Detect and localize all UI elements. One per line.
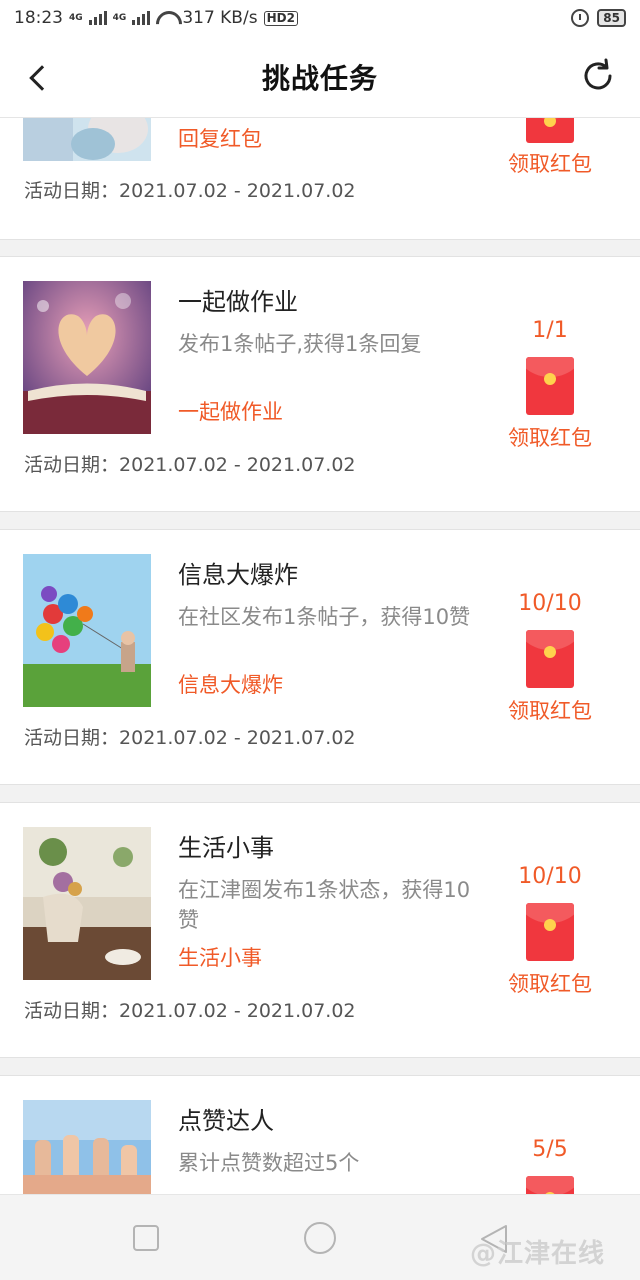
task-tag: 信息大爆炸 (178, 673, 283, 697)
network-speed: 317 KB/s (182, 8, 258, 28)
task-date: 活动日期：2021.07.02 - 2021.07.02 (24, 180, 356, 202)
task-card: 信息大爆炸 在社区发布1条帖子，获得10赞 信息大爆炸 10/10 领取红包 活… (0, 529, 640, 785)
claim-red-envelope-button[interactable]: 领取红包 (490, 423, 610, 453)
network-label-1: 4G (69, 13, 83, 23)
red-envelope-icon[interactable] (526, 1176, 574, 1194)
signal-icon-2 (132, 11, 151, 25)
network-label-2: 4G (112, 13, 127, 23)
claim-red-envelope-button[interactable]: 领取红包 (490, 969, 610, 999)
task-title: 信息大爆炸 (178, 561, 298, 589)
task-thumbnail (23, 281, 151, 434)
task-progress: 5/5 (532, 1137, 568, 1162)
status-time: 18:23 (14, 8, 63, 28)
task-card: 回复红包 领取红包 活动日期：2021.07.02 - 2021.07.02 (0, 118, 640, 240)
signal-icon (88, 11, 107, 25)
status-bar: 18:23 4G 4G 317 KB/s HD2 85 (0, 0, 640, 36)
task-tag: 生活小事 (178, 946, 262, 970)
task-date: 活动日期：2021.07.02 - 2021.07.02 (24, 1000, 356, 1022)
task-title: 生活小事 (178, 834, 274, 862)
task-card: 点赞达人 累计点赞数超过5个 5/5 (0, 1075, 640, 1194)
task-thumbnail (23, 554, 151, 707)
task-description: 在社区发布1条帖子，获得10赞 (178, 605, 471, 629)
task-thumbnail (23, 827, 151, 980)
hd-badge: HD2 (263, 10, 298, 26)
task-thumbnail (23, 118, 151, 161)
task-list[interactable]: 回复红包 领取红包 活动日期：2021.07.02 - 2021.07.02 一… (0, 118, 640, 1194)
nav-bar: 挑战任务 (0, 36, 640, 118)
watermark: @江津在线 (470, 1239, 606, 1269)
red-envelope-icon[interactable] (526, 630, 574, 688)
red-envelope-icon[interactable] (526, 903, 574, 961)
task-progress: 10/10 (518, 864, 582, 889)
square-icon[interactable] (133, 1225, 159, 1251)
task-tag: 回复红包 (178, 127, 262, 151)
task-card: 生活小事 在江津圈发布1条状态，获得10赞 生活小事 10/10 领取红包 活动… (0, 802, 640, 1058)
wifi-icon (156, 11, 176, 25)
task-date: 活动日期：2021.07.02 - 2021.07.02 (24, 454, 356, 476)
refresh-icon (584, 58, 612, 90)
back-button[interactable] (18, 58, 58, 98)
system-nav-bar: @江津在线 (0, 1194, 640, 1280)
claim-red-envelope-button[interactable]: 领取红包 (490, 149, 610, 179)
page-title: 挑战任务 (261, 61, 378, 95)
battery-icon: 85 (597, 9, 626, 27)
red-envelope-icon[interactable] (526, 357, 574, 415)
task-card: 一起做作业 发布1条帖子,获得1条回复 一起做作业 1/1 领取红包 活动日期：… (0, 256, 640, 512)
task-description: 发布1条帖子,获得1条回复 (178, 332, 422, 356)
task-description: 在江津圈发布1条状态，获得10赞 (178, 878, 471, 932)
chevron-left-icon (29, 65, 55, 91)
refresh-button[interactable] (578, 56, 618, 96)
task-progress: 10/10 (518, 591, 582, 616)
circle-icon[interactable] (304, 1222, 336, 1254)
alarm-icon (571, 9, 590, 27)
task-title: 一起做作业 (178, 288, 298, 316)
claim-red-envelope-button[interactable]: 领取红包 (490, 696, 610, 726)
task-tag: 一起做作业 (178, 400, 283, 424)
task-title: 点赞达人 (178, 1107, 274, 1135)
task-date: 活动日期：2021.07.02 - 2021.07.02 (24, 727, 356, 749)
task-description: 累计点赞数超过5个 (178, 1151, 360, 1175)
task-thumbnail (23, 1100, 151, 1194)
red-envelope-icon[interactable] (526, 118, 574, 143)
task-progress: 1/1 (532, 318, 568, 343)
